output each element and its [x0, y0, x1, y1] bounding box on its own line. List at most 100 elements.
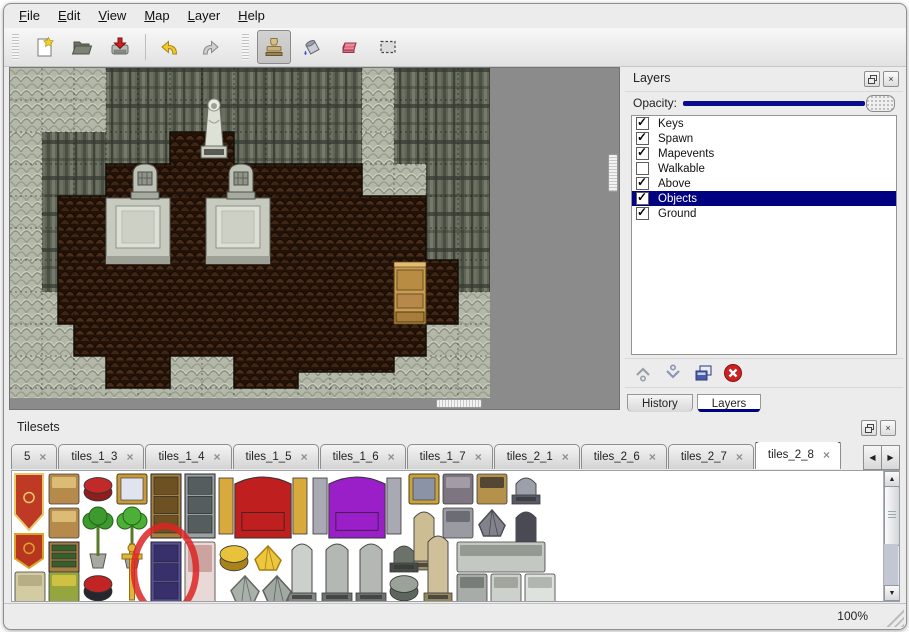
tile-red-stool[interactable]: [84, 576, 112, 601]
tile-gargoyle-right[interactable]: [356, 544, 386, 602]
tile-wooden-chest[interactable]: [477, 474, 507, 504]
layer-checkbox[interactable]: ✓: [636, 177, 649, 190]
open-button[interactable]: [65, 30, 99, 64]
tile-red-banner[interactable]: [15, 474, 43, 530]
layer-row-objects[interactable]: ✓Objects: [632, 191, 896, 206]
window-resize-grip[interactable]: [882, 606, 904, 627]
delete-layer-button[interactable]: [721, 361, 745, 385]
layer-checkbox[interactable]: ✓: [636, 132, 649, 145]
save-button[interactable]: [103, 30, 137, 64]
duplicate-layer-button[interactable]: [691, 361, 715, 385]
tabs-scroll-right-icon[interactable]: ▶: [882, 445, 900, 470]
close-panel-icon[interactable]: ×: [880, 420, 896, 436]
tileset-tab-tiles_1_6[interactable]: tiles_1_6×: [320, 444, 406, 469]
layer-row-keys[interactable]: ✓Keys: [632, 116, 896, 131]
close-panel-icon[interactable]: ×: [883, 71, 899, 87]
tile-loom-top[interactable]: [49, 474, 79, 504]
scroll-up-icon[interactable]: ▲: [884, 471, 900, 487]
tile-hooded-statue[interactable]: [288, 544, 316, 602]
tab-close-icon[interactable]: ×: [126, 451, 133, 463]
tileset-tab-tiles_2_7[interactable]: tiles_2_7×: [668, 444, 754, 469]
tile-gold-pile[interactable]: [255, 546, 281, 570]
tile-armor-rubble[interactable]: [479, 510, 505, 536]
tile-gargoyle-left[interactable]: [322, 544, 352, 602]
tileset-tab-5[interactable]: 5×: [11, 444, 57, 469]
float-panel-icon[interactable]: [861, 420, 877, 436]
scrollbar-thumb[interactable]: [884, 486, 900, 546]
tab-close-icon[interactable]: ×: [39, 451, 46, 463]
menu-layer[interactable]: Layer: [179, 4, 230, 25]
tileset-tab-tiles_2_1[interactable]: tiles_2_1×: [494, 444, 580, 469]
menu-file[interactable]: File: [10, 4, 49, 25]
layer-row-mapevents[interactable]: ✓Mapevents: [632, 146, 896, 161]
layer-checkbox[interactable]: ✓: [636, 192, 649, 205]
map-canvas[interactable]: [10, 68, 490, 398]
tile-couch-back[interactable]: [443, 474, 473, 504]
tile-gray-couch[interactable]: [443, 508, 473, 538]
tile-palm-plant[interactable]: [83, 507, 113, 568]
tileset-tab-tiles_1_7[interactable]: tiles_1_7×: [407, 444, 493, 469]
tab-close-icon[interactable]: ×: [736, 451, 743, 463]
tile-bookshelf[interactable]: [49, 542, 79, 572]
move-layer-up-button[interactable]: [631, 361, 655, 385]
layer-row-spawn[interactable]: ✓Spawn: [632, 131, 896, 146]
menu-help[interactable]: Help: [229, 4, 274, 25]
map-vertical-scrollbar-thumb[interactable]: [608, 154, 618, 192]
tile-red-tapestry[interactable]: [15, 534, 43, 568]
fill-button[interactable]: [295, 30, 329, 64]
tile-gold-belt[interactable]: [220, 546, 248, 571]
map-view[interactable]: [9, 67, 620, 410]
tile-green-banner[interactable]: [49, 572, 79, 602]
tileset-tab-tiles_2_6[interactable]: tiles_2_6×: [581, 444, 667, 469]
layer-checkbox[interactable]: ✓: [636, 207, 649, 220]
tile-rock-pile-right[interactable]: [263, 576, 291, 602]
tile-red-cushion[interactable]: [84, 478, 112, 501]
tab-close-icon[interactable]: ×: [214, 451, 221, 463]
layer-checkbox[interactable]: ✓: [636, 117, 649, 130]
menu-map[interactable]: Map: [135, 4, 178, 25]
tile-king-portrait[interactable]: [409, 474, 439, 504]
layer-row-above[interactable]: ✓Above: [632, 176, 896, 191]
tile-stone-pillar[interactable]: [457, 574, 487, 602]
layer-row-walkable[interactable]: Walkable: [632, 161, 896, 176]
tile-red-throne[interactable]: [219, 477, 307, 538]
redo-button[interactable]: [192, 30, 226, 64]
select-button[interactable]: [371, 30, 405, 64]
layer-row-ground[interactable]: ✓Ground: [632, 206, 896, 221]
tile-mirror-table[interactable]: [117, 474, 147, 504]
opacity-slider-track[interactable]: [683, 101, 865, 106]
tile-loom-bottom[interactable]: [49, 508, 79, 538]
dock-tab-layers[interactable]: Layers: [697, 394, 762, 412]
menu-edit[interactable]: Edit: [49, 4, 89, 25]
tile-purple-throne[interactable]: [313, 477, 401, 538]
tab-close-icon[interactable]: ×: [388, 451, 395, 463]
tile-obelisk-monument[interactable]: [424, 536, 452, 602]
tab-close-icon[interactable]: ×: [823, 449, 830, 461]
tile-purple-door[interactable]: [151, 542, 181, 602]
tile-rock-pile-left[interactable]: [231, 576, 259, 602]
layer-checkbox[interactable]: [636, 162, 649, 175]
new-button[interactable]: [27, 30, 61, 64]
tileset-tab-tiles_1_5[interactable]: tiles_1_5×: [233, 444, 319, 469]
tab-close-icon[interactable]: ×: [475, 451, 482, 463]
tile-iron-gate[interactable]: [185, 474, 215, 538]
dock-tab-history[interactable]: History: [627, 394, 693, 412]
opacity-slider-handle[interactable]: [866, 95, 895, 112]
undo-button[interactable]: [154, 30, 188, 64]
tileset-tab-tiles_2_8[interactable]: tiles_2_8×: [755, 442, 841, 469]
tab-close-icon[interactable]: ×: [649, 451, 656, 463]
float-panel-icon[interactable]: [864, 71, 880, 87]
tileset-tab-tiles_1_3[interactable]: tiles_1_3×: [58, 444, 144, 469]
tile-armor-helmet[interactable]: [512, 478, 540, 504]
tile-stone-basin[interactable]: [390, 576, 418, 601]
tile-ledge-left[interactable]: [491, 574, 521, 602]
tile-ledge-right[interactable]: [525, 574, 555, 602]
map-horizontal-scrollbar-thumb[interactable]: [436, 399, 482, 408]
move-layer-down-button[interactable]: [661, 361, 685, 385]
scrollbar-track[interactable]: [884, 544, 898, 586]
tab-close-icon[interactable]: ×: [562, 451, 569, 463]
eraser-button[interactable]: [333, 30, 367, 64]
tabs-scroll-left-icon[interactable]: ◀: [863, 445, 882, 470]
tile-stone-ledge[interactable]: [457, 542, 545, 572]
tile-parchment[interactable]: [15, 572, 45, 602]
